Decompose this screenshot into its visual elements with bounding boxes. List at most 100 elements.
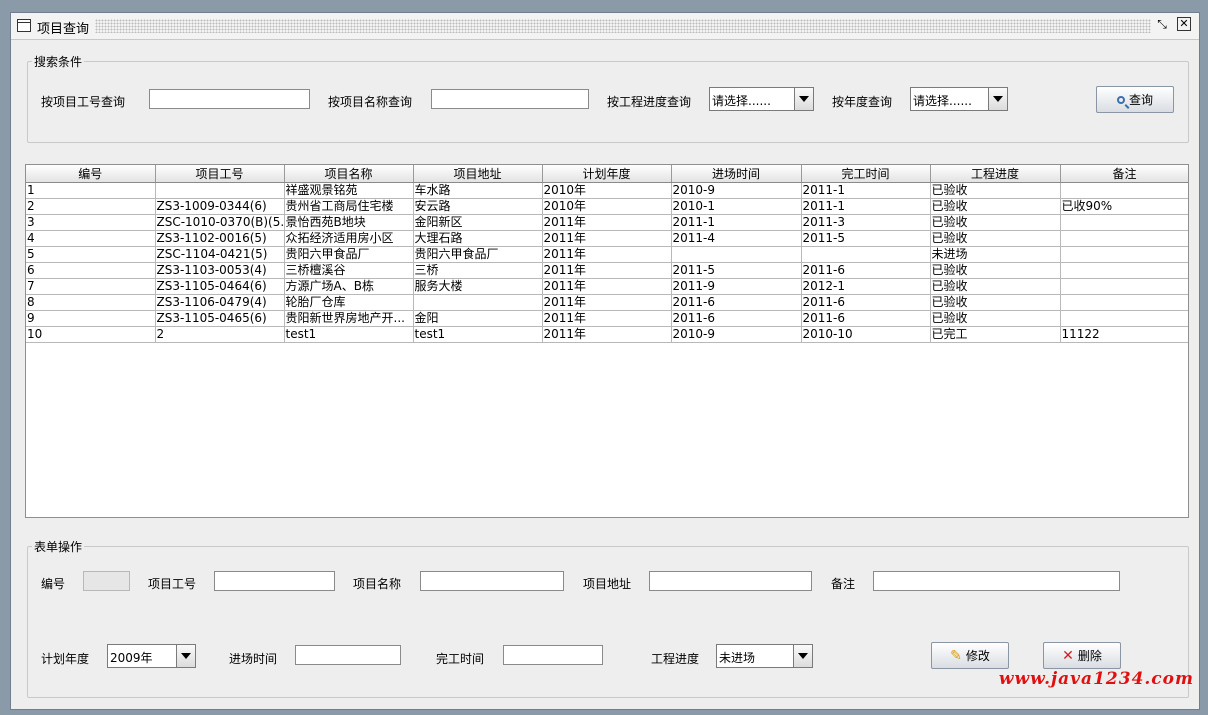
search-progress-label: 按工程进度查询 bbox=[607, 95, 692, 109]
table-cell: ZS3-1105-0465(6) bbox=[155, 310, 285, 327]
table-cell: 众拓经济适用房小区 bbox=[284, 230, 414, 247]
table-cell: 已完工 bbox=[930, 326, 1061, 343]
table-cell: 2011-3 bbox=[801, 214, 931, 231]
column-header[interactable]: 备注 bbox=[1060, 165, 1188, 183]
pencil-icon: ✎ bbox=[950, 647, 962, 664]
chevron-down-icon[interactable] bbox=[176, 645, 195, 667]
table-cell: 已收90% bbox=[1060, 198, 1188, 215]
column-header[interactable]: 项目名称 bbox=[284, 165, 414, 183]
search-year-select[interactable]: 请选择...... bbox=[910, 87, 1008, 111]
table-cell: 2011年 bbox=[542, 326, 672, 343]
column-header[interactable]: 完工时间 bbox=[801, 165, 931, 183]
table-cell bbox=[1060, 294, 1188, 311]
table-cell: 方源广场A、B栋 bbox=[284, 278, 414, 295]
query-button[interactable]: 查询 bbox=[1096, 86, 1174, 113]
table-cell: 8 bbox=[26, 294, 156, 311]
form-entry-input[interactable] bbox=[295, 645, 401, 665]
form-year-label: 计划年度 bbox=[41, 652, 90, 666]
table-cell: test1 bbox=[413, 326, 543, 343]
table-cell bbox=[413, 294, 543, 311]
column-header[interactable]: 工程进度 bbox=[930, 165, 1061, 183]
table-cell: 2011-6 bbox=[671, 294, 802, 311]
table-cell: ZS3-1103-0053(4) bbox=[155, 262, 285, 279]
table-cell: 金阳新区 bbox=[413, 214, 543, 231]
table-cell bbox=[1060, 230, 1188, 247]
form-address-input[interactable] bbox=[649, 571, 812, 591]
table-row[interactable]: 7 ZS3-1105-0464(6) 方源广场A、B栋 服务大楼 2011年 2011-9… bbox=[26, 278, 1188, 295]
query-button-label: 查询 bbox=[1128, 93, 1153, 107]
form-finish-input[interactable] bbox=[503, 645, 603, 665]
modify-button[interactable]: ✎ 修改 bbox=[931, 642, 1009, 669]
table-cell: 未进场 bbox=[930, 246, 1061, 263]
table-row[interactable]: 3 ZSC-1010-0370(B)(5... 景怡西苑B地块 金阳新区 2011年 20… bbox=[26, 214, 1188, 231]
form-progress-select[interactable]: 未进场 bbox=[716, 644, 813, 668]
column-header[interactable]: 编号 bbox=[26, 165, 156, 183]
table-cell: 2010年 bbox=[542, 198, 672, 215]
table-cell: 4 bbox=[26, 230, 156, 247]
chevron-down-icon[interactable] bbox=[793, 645, 812, 667]
window-title: 项目查询 bbox=[37, 22, 90, 37]
table-cell: 5 bbox=[26, 246, 156, 263]
form-note-label: 备注 bbox=[831, 577, 856, 591]
table-cell: 轮胎厂仓库 bbox=[284, 294, 414, 311]
table-cell: 2010年 bbox=[542, 182, 672, 199]
table-cell: 安云路 bbox=[413, 198, 543, 215]
column-header[interactable]: 进场时间 bbox=[671, 165, 802, 183]
delete-icon: ✕ bbox=[1062, 647, 1074, 664]
table-cell: 2011-6 bbox=[801, 262, 931, 279]
chevron-down-icon[interactable] bbox=[988, 88, 1007, 110]
search-progress-value: 请选择...... bbox=[712, 94, 771, 108]
search-id-input[interactable] bbox=[149, 89, 310, 109]
search-progress-select[interactable]: 请选择...... bbox=[709, 87, 814, 111]
table-row[interactable]: 6 ZS3-1103-0053(4) 三桥檀溪谷 三桥 2011年 2011-5 2011-… bbox=[26, 262, 1188, 279]
table-row[interactable]: 10 2 test1 test1 2011年 2010-9 2010-10 已完工 11122 bbox=[26, 326, 1188, 343]
table-cell: 2011-1 bbox=[801, 198, 931, 215]
restore-icon[interactable]: ⤡ bbox=[1155, 17, 1169, 31]
column-header[interactable]: 计划年度 bbox=[542, 165, 672, 183]
table-cell: 2010-1 bbox=[671, 198, 802, 215]
table-row[interactable]: 1 祥盛观景铭苑 车水路 2010年 2010-9 2011-1 已验收 bbox=[26, 182, 1188, 199]
form-name-input[interactable] bbox=[420, 571, 564, 591]
table-row[interactable]: 4 ZS3-1102-0016(5) 众拓经济适用房小区 大理石路 2011年 2011-… bbox=[26, 230, 1188, 247]
title-bar: 项目查询 ⤡ ✕ bbox=[11, 13, 1199, 40]
table-cell: 祥盛观景铭苑 bbox=[284, 182, 414, 199]
search-name-input[interactable] bbox=[431, 89, 589, 109]
form-entry-label: 进场时间 bbox=[229, 652, 278, 666]
table-cell: 2011年 bbox=[542, 246, 672, 263]
table-row[interactable]: 9 ZS3-1105-0465(6) 贵阳新世界房地产开... 金阳 2011年 2011… bbox=[26, 310, 1188, 327]
form-note-input[interactable] bbox=[873, 571, 1120, 591]
search-name-label: 按项目名称查询 bbox=[328, 95, 413, 109]
table-cell: 11122 bbox=[1060, 326, 1188, 343]
table-cell: ZS3-1102-0016(5) bbox=[155, 230, 285, 247]
table-row[interactable]: 8 ZS3-1106-0479(4) 轮胎厂仓库 2011年 2011-6 2011-6 已… bbox=[26, 294, 1188, 311]
form-code-input[interactable] bbox=[214, 571, 335, 591]
table-cell: 9 bbox=[26, 310, 156, 327]
project-table[interactable]: 编号 项目工号 项目名称 项目地址 计划年度 进场时间 完工时间 工程进度 备注 1 祥盛观景铭苑… bbox=[25, 164, 1189, 518]
search-icon bbox=[1116, 95, 1125, 104]
table-cell: 2011年 bbox=[542, 278, 672, 295]
title-bar-texture bbox=[95, 19, 1151, 33]
form-year-select[interactable]: 2009年 bbox=[107, 644, 196, 668]
table-row[interactable]: 2 ZS3-1009-0344(6) 贵州省工商局住宅楼 安云路 2010年 2010-1… bbox=[26, 198, 1188, 215]
table-cell: ZS3-1105-0464(6) bbox=[155, 278, 285, 295]
table-cell bbox=[1060, 262, 1188, 279]
window-icon bbox=[17, 19, 31, 32]
table-cell: 已验收 bbox=[930, 278, 1061, 295]
table-cell bbox=[801, 246, 931, 263]
search-year-value: 请选择...... bbox=[913, 94, 972, 108]
column-header[interactable]: 项目地址 bbox=[413, 165, 543, 183]
watermark: www.java1234.com bbox=[998, 669, 1194, 689]
delete-button[interactable]: ✕ 删除 bbox=[1043, 642, 1121, 669]
chevron-down-icon[interactable] bbox=[794, 88, 813, 110]
table-cell: 2010-10 bbox=[801, 326, 931, 343]
form-year-value: 2009年 bbox=[110, 651, 153, 665]
table-cell: 三桥檀溪谷 bbox=[284, 262, 414, 279]
delete-button-label: 删除 bbox=[1077, 649, 1102, 663]
table-row[interactable]: 5 ZSC-1104-0421(5) 贵阳六甲食品厂 贵阳六甲食品厂 2011年 未进场 bbox=[26, 246, 1188, 263]
close-icon[interactable]: ✕ bbox=[1177, 17, 1191, 31]
table-cell: 2011年 bbox=[542, 294, 672, 311]
search-group-title: 搜索条件 bbox=[32, 53, 85, 70]
form-id-field bbox=[83, 571, 130, 591]
column-header[interactable]: 项目工号 bbox=[155, 165, 285, 183]
modify-button-label: 修改 bbox=[965, 649, 990, 663]
